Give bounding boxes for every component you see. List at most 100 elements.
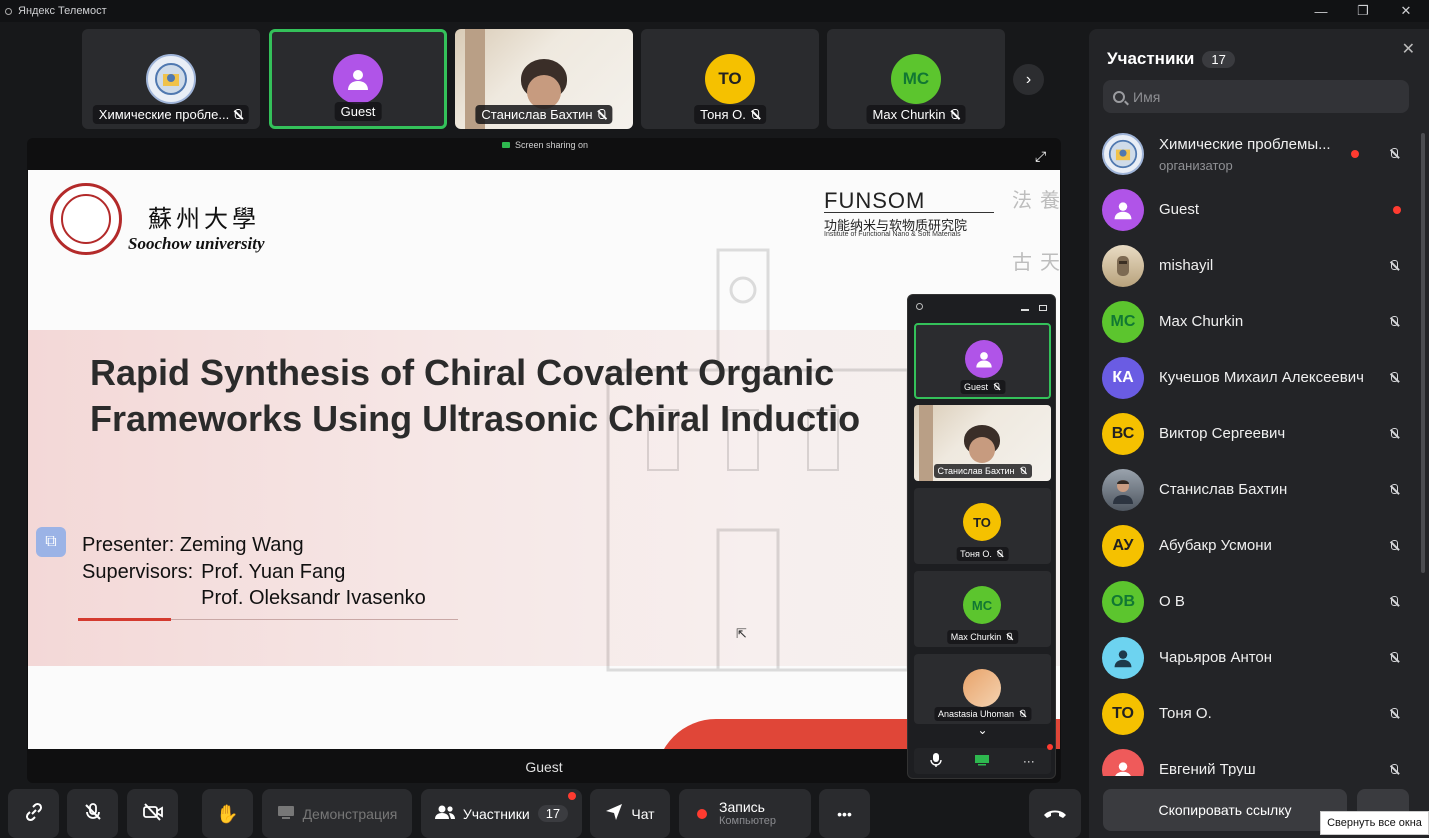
participant-tile[interactable]: ТО Тоня О.: [641, 29, 819, 129]
participant-row[interactable]: mishayil: [1089, 238, 1419, 294]
building-sketch-image: [606, 248, 910, 672]
more-options-button[interactable]: ···: [1023, 754, 1035, 768]
expand-icon[interactable]: ⤢: [1035, 148, 1053, 166]
share-presenter-name: Guest: [525, 759, 563, 775]
close-panel-icon[interactable]: ✕: [1402, 39, 1415, 59]
chat-button[interactable]: Чат: [590, 789, 670, 838]
mini-tile[interactable]: Станислав Бахтин: [914, 405, 1051, 481]
mini-tile[interactable]: Guest: [914, 323, 1051, 399]
mic-off-icon: [1389, 428, 1399, 440]
floating-controls: ···: [914, 744, 1053, 774]
participant-name: О В: [1159, 593, 1185, 610]
toggle-microphone-button[interactable]: [67, 789, 118, 838]
mini-tile[interactable]: MC Max Churkin: [914, 571, 1051, 647]
participant-row[interactable]: Евгений Труш: [1089, 742, 1419, 776]
participant-name: Чарьяров Антон: [1159, 649, 1273, 666]
participant-row[interactable]: ВС Виктор Сергеевич: [1089, 406, 1419, 462]
participant-name: Химические проблемы...: [1159, 136, 1331, 153]
participant-row[interactable]: АУ Абубакр Усмони: [1089, 518, 1419, 574]
user-avatar-icon: [333, 54, 383, 104]
mini-tile-label: Guest: [959, 380, 1006, 394]
participant-row[interactable]: КА Кучешов Михаил Алексеевич: [1089, 350, 1419, 406]
organization-logo-icon: [1102, 133, 1144, 175]
window-titlebar: Яндекс Телемост — ❐ ✕: [0, 0, 1429, 22]
people-icon: [434, 804, 455, 823]
mic-off-icon: [996, 549, 1003, 558]
toggle-camera-button[interactable]: [127, 789, 178, 838]
screen-share-button[interactable]: Демонстрация: [262, 789, 412, 838]
sharing-indicator-icon: [502, 142, 510, 148]
mic-off-icon: [1389, 540, 1399, 552]
floating-window-header: [908, 295, 1055, 321]
mic-off-icon: [83, 802, 103, 825]
screen-share-icon[interactable]: [974, 754, 990, 769]
link-icon: [24, 802, 44, 825]
floating-participants-window[interactable]: Guest Станислав Бахтин ТО Тоня О. MC Max…: [907, 294, 1056, 779]
participants-button[interactable]: Участники 17: [421, 789, 582, 838]
participant-tile[interactable]: Станислав Бахтин: [455, 29, 633, 129]
participant-row[interactable]: Станислав Бахтин: [1089, 462, 1419, 518]
minimize-button[interactable]: —: [1301, 0, 1341, 22]
search-placeholder: Имя: [1133, 88, 1161, 105]
funsom-logo-text: FUNSOM: [824, 188, 926, 213]
tile-label: Max Churkin: [866, 105, 966, 124]
record-button[interactable]: Запись Компьютер: [679, 789, 811, 838]
end-call-button[interactable]: [1029, 789, 1081, 838]
presenter-line: Presenter: Zeming Wang: [82, 534, 304, 556]
copy-link-button[interactable]: Скопировать ссылку: [1103, 789, 1347, 831]
participant-tile[interactable]: MC Max Churkin: [827, 29, 1005, 129]
screen-sharing-banner: Screen sharing on: [502, 140, 588, 150]
mini-tile[interactable]: ТО Тоня О.: [914, 488, 1051, 564]
initials-avatar: ТО: [963, 503, 1001, 541]
participant-tile[interactable]: Химические пробле...: [82, 29, 260, 129]
copy-link-button[interactable]: [8, 789, 59, 838]
calligraphy-char: 天: [1040, 250, 1060, 274]
screen-share-label: Демонстрация: [302, 805, 398, 822]
mini-tile-label: Станислав Бахтин: [933, 464, 1032, 478]
mini-tile-label: Тоня О.: [956, 547, 1009, 561]
mic-off-icon: [1019, 466, 1026, 475]
participant-list: Химические проблемы... организатор Guest…: [1089, 126, 1419, 776]
participant-name: Кучешов Михаил Алексеевич: [1159, 369, 1364, 386]
tile-label: Тоня О.: [694, 105, 766, 124]
mic-off-icon: [1389, 652, 1399, 664]
initials-avatar: ТО: [1102, 693, 1144, 735]
notification-dot: [568, 792, 576, 800]
close-window-button[interactable]: ✕: [1386, 0, 1426, 22]
mic-off-icon: [993, 382, 1000, 391]
initials-avatar: MC: [1102, 301, 1144, 343]
chevron-down-icon[interactable]: ⌄: [908, 723, 1055, 737]
restore-button[interactable]: ❐: [1343, 0, 1383, 22]
participant-list-scrollbar[interactable]: [1421, 133, 1425, 573]
participant-row[interactable]: Guest: [1089, 182, 1419, 238]
mic-off-icon: [1019, 709, 1026, 718]
mouse-cursor-icon: ⇱: [736, 626, 747, 641]
funsom-divider: [824, 212, 994, 213]
university-name-en: Soochow university: [128, 234, 265, 253]
mic-off-icon: [1389, 148, 1399, 160]
mini-tile[interactable]: Anastasia Uhoman: [914, 654, 1051, 724]
participant-search-input[interactable]: Имя: [1103, 80, 1409, 113]
participant-row[interactable]: ТО Тоня О.: [1089, 686, 1419, 742]
maximize-icon[interactable]: [1039, 305, 1047, 311]
mic-off-icon: [1006, 632, 1013, 641]
app-icon: [5, 7, 12, 15]
raise-hand-button[interactable]: ✋: [202, 789, 253, 838]
organization-logo-icon: [146, 54, 196, 104]
participant-row[interactable]: Чарьяров Антон: [1089, 630, 1419, 686]
microphone-icon[interactable]: [930, 752, 942, 770]
user-avatar-icon: [1102, 749, 1144, 776]
participant-row[interactable]: Химические проблемы... организатор: [1089, 126, 1419, 182]
supervisors-block: Supervisors: Prof. Yuan Fang Prof. Oleksa…: [82, 561, 426, 609]
participant-tile-active[interactable]: Guest: [269, 29, 447, 129]
mic-off-icon: [750, 108, 760, 121]
app-icon: [916, 303, 923, 310]
more-options-button[interactable]: •••: [819, 789, 870, 838]
participant-row[interactable]: MC Max Churkin: [1089, 294, 1419, 350]
participant-name: Max Churkin: [1159, 313, 1244, 330]
participant-row[interactable]: ОВ О В: [1089, 574, 1419, 630]
next-page-button[interactable]: ›: [1013, 64, 1044, 95]
chat-label: Чат: [631, 805, 655, 822]
university-name-cn: 蘇州大學: [148, 205, 260, 233]
minimize-icon[interactable]: [1021, 309, 1029, 311]
